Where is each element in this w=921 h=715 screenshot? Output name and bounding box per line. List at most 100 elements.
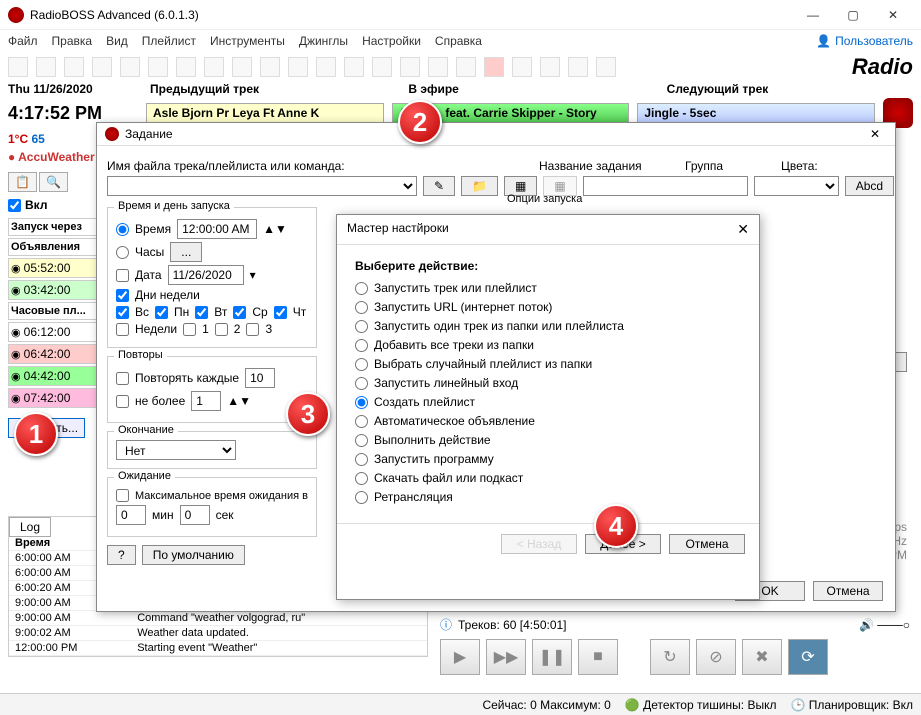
- time-input[interactable]: [177, 219, 257, 239]
- day-thu[interactable]: [274, 306, 287, 319]
- tb-clear-icon[interactable]: [372, 57, 392, 77]
- tb-help-icon[interactable]: [568, 57, 588, 77]
- week-3[interactable]: [246, 323, 259, 336]
- tb-copy-icon[interactable]: [148, 57, 168, 77]
- tb-stats-icon[interactable]: [512, 57, 532, 77]
- wizard-cancel-button[interactable]: Отмена: [669, 534, 745, 554]
- tb-record-icon[interactable]: [484, 57, 504, 77]
- sched-row[interactable]: ◉ 04:42:00: [8, 366, 98, 386]
- tb-sound-icon[interactable]: [596, 57, 616, 77]
- sched-row[interactable]: ◉ 07:42:00: [8, 388, 98, 408]
- task-name-input[interactable]: [583, 176, 748, 196]
- colors-button[interactable]: Abcd: [845, 176, 894, 196]
- tb-saveall-icon[interactable]: [92, 57, 112, 77]
- wizard-option[interactable]: Запустить один трек из папки или плейлис…: [355, 319, 741, 333]
- prev-track[interactable]: Asle Bjorn Pr Leya Ft Anne K: [146, 103, 384, 123]
- tb-add-icon[interactable]: [316, 57, 336, 77]
- menu-view[interactable]: Вид: [106, 34, 128, 48]
- log-row[interactable]: 9:00:02 AMWeather data updated.: [9, 626, 427, 641]
- log-row[interactable]: 9:00:00 AMCommand "weather volgograd, ru…: [9, 611, 427, 626]
- wizard-option[interactable]: Добавить все треки из папки: [355, 338, 741, 352]
- task-close-button[interactable]: ✕: [863, 127, 887, 141]
- next-track[interactable]: Jingle - 5sec: [637, 103, 875, 123]
- wizard-option[interactable]: Ретрансляция: [355, 490, 741, 504]
- tb-paste-icon[interactable]: [176, 57, 196, 77]
- max-wait-checkbox[interactable]: [116, 489, 129, 502]
- menu-jingles[interactable]: Джинглы: [299, 34, 348, 48]
- pause-button[interactable]: ❚❚: [532, 639, 572, 675]
- task-cancel-button[interactable]: Отмена: [813, 581, 883, 601]
- days-checkbox[interactable]: [116, 289, 129, 302]
- menu-playlist[interactable]: Плейлист: [142, 34, 196, 48]
- no-more-value[interactable]: [191, 391, 221, 411]
- menu-help[interactable]: Справка: [435, 34, 482, 48]
- sched-row[interactable]: ◉ 05:52:00: [8, 258, 98, 278]
- wait-sec[interactable]: [180, 505, 210, 525]
- repeat-button[interactable]: ↻: [650, 639, 690, 675]
- week-1[interactable]: [183, 323, 196, 336]
- day-sun[interactable]: [116, 306, 129, 319]
- tb-play-icon[interactable]: [428, 57, 448, 77]
- group-combo[interactable]: [754, 176, 839, 196]
- wizard-close-button[interactable]: ✕: [737, 221, 749, 238]
- help-button[interactable]: ?: [107, 545, 136, 565]
- wizard-option[interactable]: Запустить URL (интернет поток): [355, 300, 741, 314]
- wizard-back-button[interactable]: < Назад: [501, 534, 577, 554]
- hours-radio[interactable]: [116, 246, 129, 259]
- minimize-button[interactable]: —: [793, 1, 833, 29]
- hours-browse[interactable]: ...: [170, 242, 202, 262]
- tb-open-icon[interactable]: [36, 57, 56, 77]
- time-radio[interactable]: [116, 223, 129, 236]
- list-tab[interactable]: 📋: [8, 172, 37, 192]
- close-button[interactable]: ✕: [873, 1, 913, 29]
- wizard-option[interactable]: Выбрать случайный плейлист из папки: [355, 357, 741, 371]
- day-wed[interactable]: [233, 306, 246, 319]
- user-link[interactable]: 👤 Пользователь: [816, 34, 913, 48]
- tb-mic-icon[interactable]: [400, 57, 420, 77]
- wand-button[interactable]: ✎: [423, 176, 455, 196]
- week-2[interactable]: [215, 323, 228, 336]
- wizard-option[interactable]: Запустить линейный вход: [355, 376, 741, 390]
- log-tab[interactable]: Log: [9, 517, 51, 537]
- defaults-button[interactable]: По умолчанию: [142, 545, 245, 565]
- menu-settings[interactable]: Настройки: [362, 34, 421, 48]
- day-tue[interactable]: [195, 306, 208, 319]
- file-combo[interactable]: [107, 176, 417, 196]
- tb-globe-icon[interactable]: [540, 57, 560, 77]
- tb-redo-icon[interactable]: [232, 57, 252, 77]
- shuffle-button[interactable]: ✖: [742, 639, 782, 675]
- menu-tools[interactable]: Инструменты: [210, 34, 285, 48]
- weeks-checkbox[interactable]: [116, 323, 129, 336]
- repeat-value[interactable]: [245, 368, 275, 388]
- tb-clock-icon[interactable]: [456, 57, 476, 77]
- tb-cut-icon[interactable]: [120, 57, 140, 77]
- play-button[interactable]: ▶: [440, 639, 480, 675]
- volume-icon[interactable]: 🔊 ───○: [859, 618, 910, 632]
- wizard-option[interactable]: Запустить программу: [355, 452, 741, 466]
- date-input[interactable]: [168, 265, 244, 285]
- wait-min[interactable]: [116, 505, 146, 525]
- no-more-checkbox[interactable]: [116, 395, 129, 408]
- browse-button[interactable]: 📁: [461, 176, 498, 196]
- tb-list-icon[interactable]: [288, 57, 308, 77]
- tb-search-icon[interactable]: [260, 57, 280, 77]
- wizard-option[interactable]: Автоматическое объявление: [355, 414, 741, 428]
- wizard-option[interactable]: Запустить трек или плейлист: [355, 281, 741, 295]
- date-checkbox[interactable]: [116, 269, 129, 282]
- tb-new-icon[interactable]: [8, 57, 28, 77]
- next-button[interactable]: ▶▶: [486, 639, 526, 675]
- maximize-button[interactable]: ▢: [833, 1, 873, 29]
- wizard-option[interactable]: Выполнить действие: [355, 433, 741, 447]
- loop-button[interactable]: ⟳: [788, 639, 828, 675]
- repeat-every-checkbox[interactable]: [116, 372, 129, 385]
- stop-button[interactable]: ■: [578, 639, 618, 675]
- ending-combo[interactable]: Нет: [116, 440, 236, 460]
- search-tab[interactable]: 🔍: [39, 172, 68, 192]
- enable-checkbox[interactable]: [8, 199, 21, 212]
- tb-insert-icon[interactable]: [344, 57, 364, 77]
- tb-save-icon[interactable]: [64, 57, 84, 77]
- menu-edit[interactable]: Правка: [52, 34, 93, 48]
- sched-row[interactable]: ◉ 03:42:00: [8, 280, 98, 300]
- sched-row[interactable]: ◉ 06:42:00: [8, 344, 98, 364]
- log-row[interactable]: 12:00:00 PMStarting event "Weather": [9, 641, 427, 656]
